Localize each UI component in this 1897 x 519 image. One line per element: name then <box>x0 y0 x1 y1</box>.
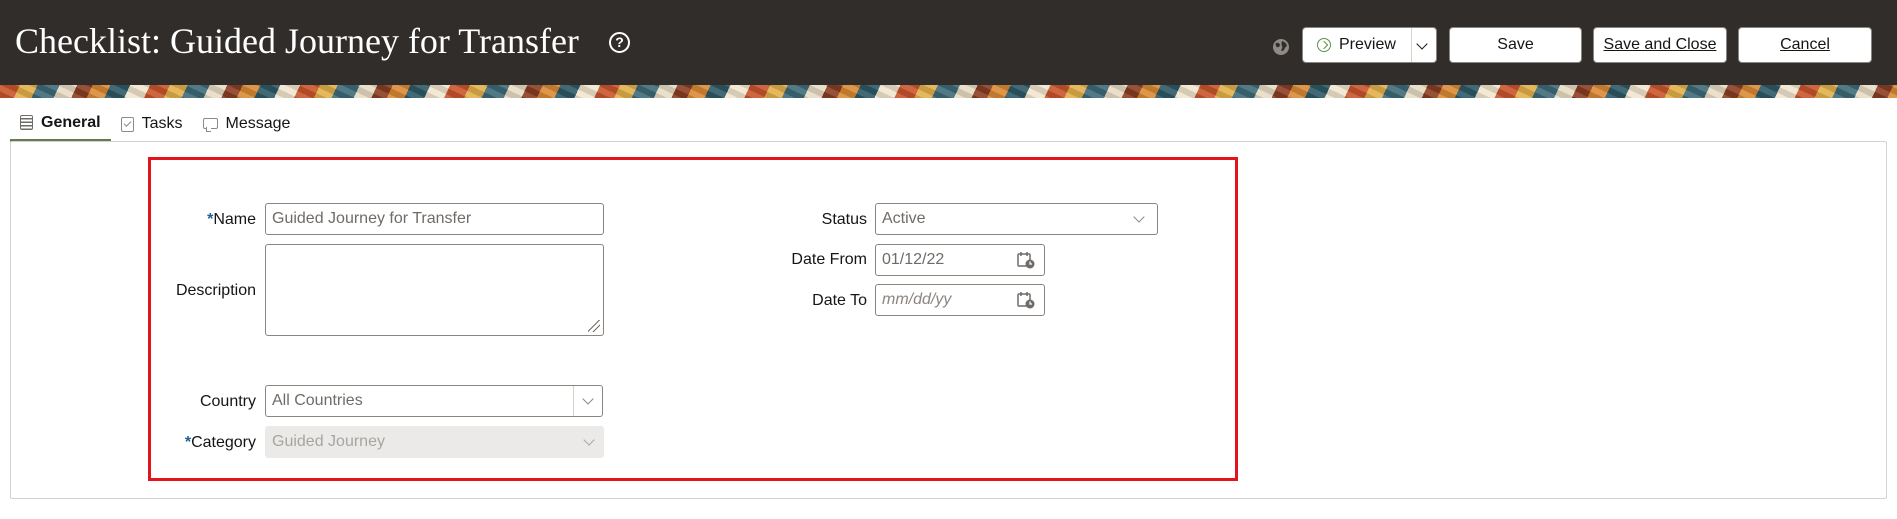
help-icon[interactable]: ? <box>609 32 630 53</box>
page-header: Checklist: Guided Journey for Transfer ?… <box>0 0 1897 85</box>
globe-icon[interactable] <box>1272 38 1290 56</box>
tab-message-label: Message <box>225 115 291 132</box>
description-label: Description <box>175 282 256 299</box>
country-value: All Countries <box>272 392 363 409</box>
message-icon <box>202 117 218 132</box>
chevron-down-icon[interactable] <box>582 393 594 405</box>
preview-label: Preview <box>1339 36 1396 53</box>
select-divider <box>573 386 574 416</box>
date-from-label: Date From <box>791 251 867 268</box>
status-select[interactable]: Active <box>875 203 1158 235</box>
calendar-icon[interactable] <box>1017 291 1035 309</box>
date-from-value: 01/12/22 <box>882 251 945 268</box>
preview-button[interactable]: Preview <box>1302 27 1437 63</box>
form-icon <box>20 115 33 130</box>
name-input[interactable]: Guided Journey for Transfer <box>265 203 604 235</box>
decorative-banner-texture <box>0 85 1897 98</box>
calendar-icon[interactable] <box>1017 251 1035 269</box>
save-and-close-button[interactable]: Save and Close <box>1593 27 1727 63</box>
split-divider <box>1411 28 1412 62</box>
date-from-input[interactable]: 01/12/22 <box>875 244 1045 276</box>
cancel-label: Cancel <box>1780 36 1830 53</box>
description-textarea[interactable] <box>265 244 604 336</box>
category-label: *Category <box>170 434 256 452</box>
tab-tasks-label: Tasks <box>141 115 183 132</box>
name-value: Guided Journey for Transfer <box>272 210 472 227</box>
date-to-label: Date To <box>812 292 867 309</box>
tab-general-label: General <box>41 113 101 131</box>
status-value: Active <box>882 210 926 227</box>
category-select: Guided Journey <box>265 426 604 458</box>
country-select[interactable]: All Countries <box>265 385 603 417</box>
chevron-down-icon <box>583 434 595 446</box>
tab-message[interactable]: Message <box>193 106 301 142</box>
country-label: Country <box>199 393 256 410</box>
save-and-close-label: Save and Close <box>1603 36 1717 53</box>
name-label: *Name <box>200 211 256 229</box>
page-title: Checklist: Guided Journey for Transfer <box>15 21 579 61</box>
category-value: Guided Journey <box>272 433 385 450</box>
name-label-text: Name <box>213 211 256 228</box>
category-label-text: Category <box>191 434 256 451</box>
tab-bar: General Tasks Message <box>10 106 300 142</box>
tab-general[interactable]: General <box>10 106 111 142</box>
date-to-input[interactable]: mm/dd/yy <box>875 284 1045 316</box>
status-label: Status <box>821 211 867 228</box>
resize-handle-icon[interactable] <box>588 320 600 332</box>
clipboard-check-icon <box>120 116 134 132</box>
chevron-down-icon[interactable] <box>1416 38 1428 50</box>
preview-icon <box>1317 38 1331 52</box>
date-to-placeholder: mm/dd/yy <box>882 291 952 308</box>
chevron-down-icon[interactable] <box>1133 211 1145 223</box>
save-button[interactable]: Save <box>1449 27 1582 63</box>
tab-tasks[interactable]: Tasks <box>111 106 193 142</box>
cancel-button[interactable]: Cancel <box>1738 27 1872 63</box>
